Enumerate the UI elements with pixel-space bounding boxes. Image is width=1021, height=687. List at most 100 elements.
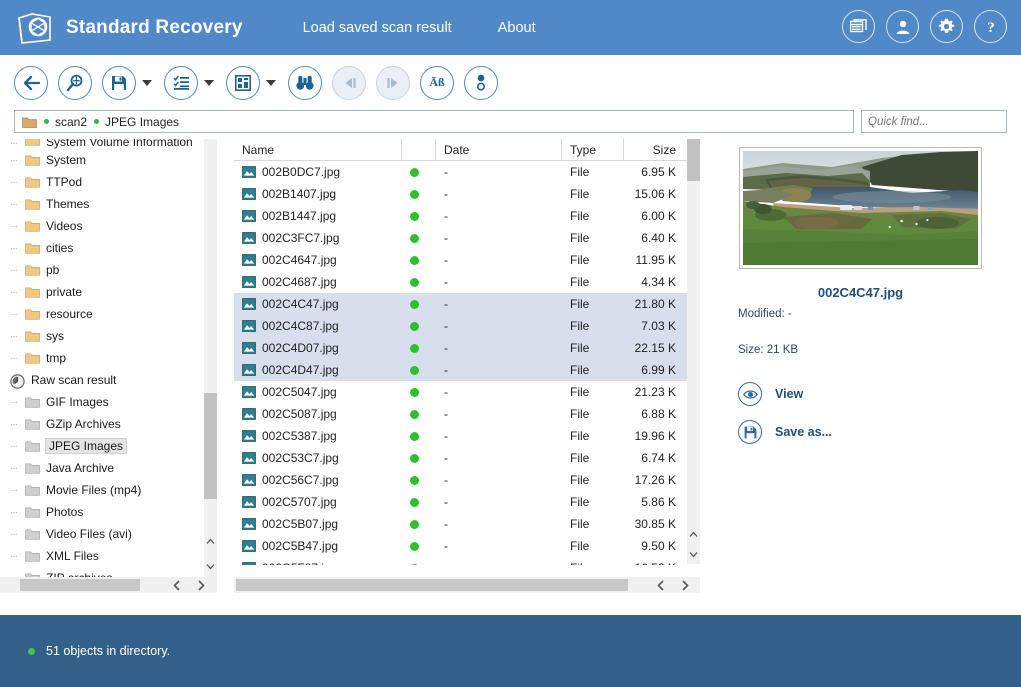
table-row[interactable]: 002C5B47.jpg - File 9.50 K xyxy=(234,535,700,557)
table-row[interactable]: 002C5F87.jpg -File16.53 K xyxy=(234,557,700,565)
preview-thumbnail[interactable] xyxy=(739,147,982,269)
user-icon[interactable] xyxy=(886,10,919,43)
table-row[interactable]: 002C4D47.jpg - File 6.99 K xyxy=(234,359,700,381)
cell-name: 002C4C47.jpg xyxy=(234,293,402,315)
encoding-button[interactable]: Āß xyxy=(420,65,454,100)
file-list-vertical-scrollbar[interactable] xyxy=(687,139,700,564)
tree-item-video-files-avi[interactable]: ··· Video Files (avi) xyxy=(0,523,217,545)
folder-tree[interactable]: ··· System Volume Information ··· System ···… xyxy=(0,139,217,584)
tree-item-cities[interactable]: ··· cities xyxy=(0,237,217,259)
tree-item-tmp[interactable]: ··· tmp xyxy=(0,347,217,369)
breadcrumb-item-scan2[interactable]: scan2 xyxy=(44,115,87,129)
cell-size: 6.99 K xyxy=(641,363,676,377)
list-view-button[interactable] xyxy=(164,65,198,100)
cell-name: 002C5F87.jpg xyxy=(234,557,402,565)
save-dropdown-caret-icon[interactable] xyxy=(142,79,152,86)
tree-item-xml-files[interactable]: ··· XML Files xyxy=(0,545,217,567)
table-row[interactable]: 002C5387.jpg - File 19.96 K xyxy=(234,425,700,447)
table-row[interactable]: 002C4647.jpg - File 11.95 K xyxy=(234,249,700,271)
table-row[interactable]: 002C5B07.jpg - File 30.85 K xyxy=(234,513,700,535)
breadcrumb-item-jpeg-images[interactable]: JPEG Images xyxy=(94,115,179,129)
breadcrumb-label: JPEG Images xyxy=(105,114,180,129)
table-row[interactable]: 002C4C47.jpg - File 21.80 K xyxy=(234,293,700,315)
tree-item-videos[interactable]: ··· Videos xyxy=(0,215,217,237)
cell-status xyxy=(402,381,436,403)
tree-item-movie-files-mp4[interactable]: ··· Movie Files (mp4) xyxy=(0,479,217,501)
table-row[interactable]: 002B1447.jpg - File 6.00 K xyxy=(234,205,700,227)
scan-button[interactable] xyxy=(58,65,92,100)
column-header-type[interactable]: Type xyxy=(562,138,624,161)
view-action[interactable]: View xyxy=(738,382,832,406)
table-row[interactable]: 002C5047.jpg - File 21.23 K xyxy=(234,381,700,403)
table-row[interactable]: 002C4D07.jpg - File 22.15 K xyxy=(234,337,700,359)
table-row[interactable]: 002C4C87.jpg - File 7.03 K xyxy=(234,315,700,337)
save-button[interactable] xyxy=(102,65,136,100)
file-list-scroll-down-icon[interactable] xyxy=(687,547,700,562)
chevron-right-icon[interactable] xyxy=(676,577,694,593)
quick-find[interactable] xyxy=(861,110,1021,133)
tree-item-label: TTPod xyxy=(46,175,83,189)
table-row[interactable]: 002B1407.jpg - File 15.06 K xyxy=(234,183,700,205)
tree-item-private[interactable]: ··· private xyxy=(0,281,217,303)
tree-item-jpeg-images[interactable]: ··· JPEG Images xyxy=(0,435,217,457)
file-list-scroll-thumb[interactable] xyxy=(687,139,700,181)
table-row[interactable]: 002C5707.jpg - File 5.86 K xyxy=(234,491,700,513)
tree-item-themes[interactable]: ··· Themes xyxy=(0,193,217,215)
chevron-left-icon[interactable] xyxy=(168,577,186,593)
file-list-hscroll-thumb[interactable] xyxy=(236,579,628,591)
file-list-rows[interactable]: 002B0DC7.jpg - File 6.95 K 002B1407.jpg - File… xyxy=(234,161,700,565)
list-view-dropdown-caret-icon[interactable] xyxy=(204,79,214,86)
table-row[interactable]: 002C56C7.jpg - File 17.26 K xyxy=(234,469,700,491)
tree-item-resource[interactable]: ··· resource xyxy=(0,303,217,325)
table-row[interactable]: 002C4687.jpg - File 4.34 K xyxy=(234,271,700,293)
gear-icon[interactable] xyxy=(930,10,963,43)
table-row[interactable]: 002C3FC7.jpg - File 6.40 K xyxy=(234,227,700,249)
tree-item-java-archive[interactable]: ··· Java Archive xyxy=(0,457,217,479)
tree-scroll-up-icon[interactable] xyxy=(204,534,217,549)
windows-icon[interactable] xyxy=(842,10,875,43)
info-button[interactable] xyxy=(464,65,498,100)
column-header-size[interactable]: Size xyxy=(624,139,684,161)
tree-scroll-down-icon[interactable] xyxy=(204,559,217,574)
column-header-flag[interactable] xyxy=(402,138,436,161)
image-file-icon xyxy=(242,364,256,376)
tree-horizontal-scrollbar[interactable] xyxy=(0,577,217,593)
find-button[interactable] xyxy=(288,65,322,100)
table-row[interactable]: 002B0DC7.jpg - File 6.95 K xyxy=(234,161,700,183)
previous-button[interactable] xyxy=(332,65,366,100)
chevron-left-icon[interactable] xyxy=(652,577,670,593)
cell-name: 002C5387.jpg xyxy=(234,425,402,447)
tree-item-system[interactable]: ··· System xyxy=(0,149,217,171)
grid-view-button[interactable] xyxy=(226,65,260,100)
file-list-scroll-up-icon[interactable] xyxy=(687,527,700,542)
cell-size: 7.03 K xyxy=(641,319,676,333)
table-row[interactable]: 002C53C7.jpg - File 6.74 K xyxy=(234,447,700,469)
grid-view-dropdown-caret-icon[interactable] xyxy=(266,79,276,86)
nav-about[interactable]: About xyxy=(498,20,536,36)
tree-item-clipped[interactable]: ··· System Volume Information xyxy=(0,139,217,149)
save-as-action[interactable]: Save as... xyxy=(738,420,832,444)
file-list-horizontal-scrollbar[interactable] xyxy=(234,577,700,593)
tree-item-photos[interactable]: ··· Photos xyxy=(0,501,217,523)
next-button[interactable] xyxy=(376,65,410,100)
tree-hscroll-thumb[interactable] xyxy=(20,579,140,591)
tree-item-pb[interactable]: ··· pb xyxy=(0,259,217,281)
tree-item-raw-scan-result[interactable]: Raw scan result xyxy=(0,369,217,391)
nav-load-saved-scan-result[interactable]: Load saved scan result xyxy=(303,20,452,36)
cell-type: File xyxy=(570,319,590,333)
breadcrumb[interactable]: scan2 JPEG Images xyxy=(14,110,854,133)
tree-item-gzip-archives[interactable]: ··· GZip Archives xyxy=(0,413,217,435)
tree-item-ttpod[interactable]: ··· TTPod xyxy=(0,171,217,193)
chevron-right-icon[interactable] xyxy=(192,577,210,593)
help-icon[interactable]: ? xyxy=(974,10,1007,43)
back-button[interactable] xyxy=(14,65,48,100)
search-input[interactable] xyxy=(862,111,1021,132)
column-header-date[interactable]: Date xyxy=(436,138,562,161)
table-row[interactable]: 002C5087.jpg - File 6.88 K xyxy=(234,403,700,425)
tree-scroll-thumb[interactable] xyxy=(204,393,217,499)
save-disk-icon xyxy=(738,420,762,444)
tree-vertical-scrollbar[interactable] xyxy=(204,139,217,584)
tree-item-sys[interactable]: ··· sys xyxy=(0,325,217,347)
column-header-name[interactable]: Name xyxy=(234,138,402,161)
tree-item-gif-images[interactable]: ··· GIF Images xyxy=(0,391,217,413)
